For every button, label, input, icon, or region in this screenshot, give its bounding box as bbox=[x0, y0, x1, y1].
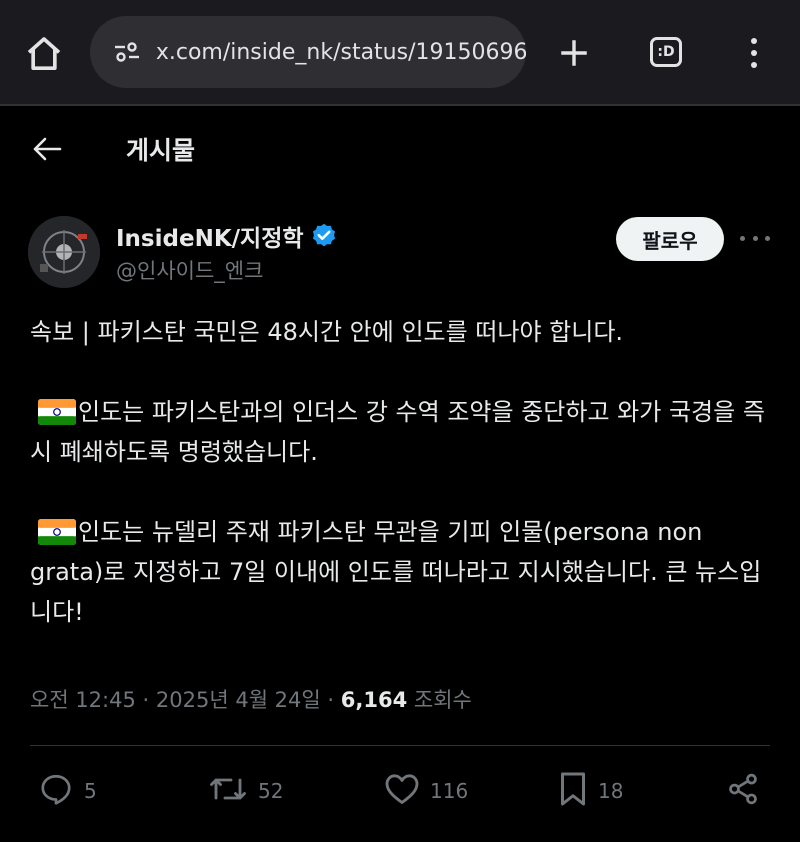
views-label: 조회수 bbox=[413, 688, 472, 712]
repost-icon bbox=[208, 771, 248, 812]
heart-icon bbox=[384, 772, 420, 811]
page-title: 게시물 bbox=[126, 136, 196, 165]
tweet-paragraph-2: 인도는 파키스탄과의 인더스 강 수역 조약을 중단하고 와가 국경을 즉시 폐… bbox=[30, 392, 775, 472]
new-tab-icon[interactable] bbox=[553, 32, 595, 74]
divider bbox=[30, 745, 770, 746]
india-flag-icon bbox=[38, 397, 76, 425]
repost-count: 52 bbox=[258, 779, 284, 803]
home-icon[interactable] bbox=[20, 30, 68, 78]
tweet-line-1: 속보 | 파키스탄 국민은 48시간 안에 인도를 떠나야 합니다. bbox=[30, 318, 624, 346]
tweet-time[interactable]: 오전 12:45 bbox=[30, 688, 136, 712]
author-display-name[interactable]: InsideNK/지정학 bbox=[116, 219, 304, 253]
verified-badge-icon bbox=[310, 222, 338, 250]
browser-toolbar: x.com/inside_nk/status/191506962 :D bbox=[0, 0, 800, 106]
author-name[interactable]: InsideNK/지정학 bbox=[116, 219, 338, 253]
views-count: 6,164 bbox=[340, 688, 408, 712]
follow-button[interactable]: 팔로우 bbox=[616, 217, 724, 261]
avatar[interactable] bbox=[28, 216, 100, 288]
tweet-paragraph-3-text: 인도는 뉴델리 주재 파키스탄 무관을 기피 인물(persona non gr… bbox=[30, 518, 762, 626]
india-flag-icon bbox=[38, 517, 76, 545]
repost-button[interactable]: 52 bbox=[208, 768, 283, 814]
like-count: 116 bbox=[430, 779, 469, 803]
share-icon bbox=[726, 772, 760, 811]
meta-separator: · bbox=[327, 688, 341, 712]
bookmark-icon bbox=[558, 771, 588, 812]
tweet-actions: 5 52 116 18 bbox=[0, 768, 800, 814]
address-bar[interactable]: x.com/inside_nk/status/191506962 bbox=[90, 16, 526, 88]
share-button[interactable] bbox=[726, 768, 760, 814]
tweet-date[interactable]: 2025년 4월 24일 bbox=[156, 688, 321, 712]
site-settings-icon[interactable] bbox=[112, 37, 142, 67]
tweet-meta: 오전 12:45 · 2025년 4월 24일 · 6,164 조회수 bbox=[30, 684, 472, 714]
like-button[interactable]: 116 bbox=[384, 768, 468, 814]
tab-switcher-icon[interactable]: :D bbox=[650, 37, 682, 67]
reply-icon bbox=[38, 771, 74, 812]
browser-menu-icon[interactable] bbox=[742, 30, 766, 76]
tweet-paragraph-2-text: 인도는 파키스탄과의 인더스 강 수역 조약을 중단하고 와가 국경을 즉시 폐… bbox=[30, 398, 765, 466]
url-text[interactable]: x.com/inside_nk/status/191506962 bbox=[156, 40, 526, 65]
more-options-icon[interactable] bbox=[740, 228, 770, 248]
bookmark-count: 18 bbox=[598, 779, 624, 803]
reply-count: 5 bbox=[84, 779, 97, 803]
tweet-paragraph-3: 인도는 뉴델리 주재 파키스탄 무관을 기피 인물(persona non gr… bbox=[30, 512, 775, 632]
back-arrow-icon[interactable] bbox=[30, 132, 64, 166]
meta-separator: · bbox=[142, 688, 156, 712]
tweet-text: 속보 | 파키스탄 국민은 48시간 안에 인도를 떠나야 합니다. 인도는 파… bbox=[30, 312, 775, 632]
author-handle[interactable]: @인사이드_엔크 bbox=[116, 255, 263, 285]
reply-button[interactable]: 5 bbox=[38, 768, 97, 814]
bookmark-button[interactable]: 18 bbox=[558, 768, 623, 814]
